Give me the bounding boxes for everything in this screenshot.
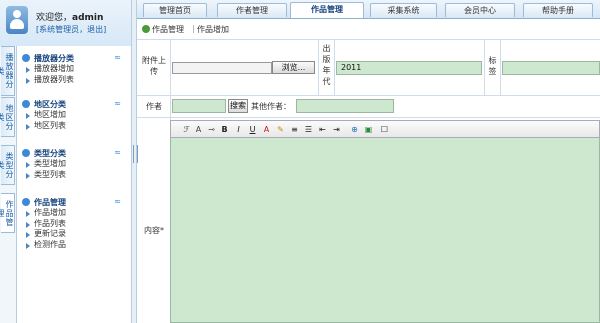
tags-label: 标签 [488, 56, 497, 76]
category-icon [22, 149, 30, 157]
search-button[interactable]: 搜索 [228, 99, 248, 113]
italic-icon[interactable]: I [233, 124, 244, 135]
panel-splitter[interactable] [131, 0, 138, 323]
align-left-icon[interactable]: ≡ [289, 124, 300, 135]
menu-group-title: 作品管理 [34, 198, 66, 207]
highlight-icon[interactable]: ✎ [275, 124, 286, 135]
tab-works-management[interactable]: 作品管理 [290, 2, 364, 18]
menu-item-region-list[interactable]: 地区列表 [17, 121, 131, 132]
user-links[interactable]: [系统管理员，退出] [36, 24, 106, 35]
tab-member-center[interactable]: 会员中心 [445, 3, 515, 17]
category-icon [22, 54, 30, 62]
editor-toolbar: ℱ A ⊸ B I U A ✎ ≡ ☰ ⇤ ⇥ ⊕ ▣ ☐ [170, 120, 600, 138]
welcome-text: 欢迎您，admin [36, 10, 103, 23]
font-size-icon[interactable]: A [193, 124, 204, 135]
breadcrumb-page: 作品增加 [197, 25, 229, 34]
tab-admin-home[interactable]: 管理首页 [143, 3, 207, 17]
publish-year-input[interactable]: 2011 [336, 61, 482, 75]
collapse-icon[interactable]: ≈ [114, 99, 121, 108]
list-icon[interactable]: ☰ [303, 124, 314, 135]
tab-collection-system[interactable]: 采集系统 [370, 3, 437, 17]
welcome-prefix: 欢迎您， [36, 13, 73, 23]
menu-group-player: 播放器分类 ≈ 播放器增加 播放器列表 [17, 52, 131, 85]
user-name: admin [72, 13, 104, 23]
menu-item-add-type[interactable]: 类型增加 [17, 159, 131, 170]
avatar-icon [6, 6, 28, 34]
drag-handle-icon[interactable] [133, 145, 138, 163]
menu-group-type: 类型分类 ≈ 类型增加 类型列表 [17, 147, 131, 180]
vtab-works-management[interactable]: 作品管理 [0, 193, 15, 233]
menu-group-header[interactable]: 播放器分类 ≈ [17, 52, 131, 64]
menu-item-add-player[interactable]: 播放器增加 [17, 64, 131, 75]
pin-icon[interactable]: ⊸ [206, 124, 217, 135]
menu-group-header[interactable]: 类型分类 ≈ [17, 147, 131, 159]
menu-item-check-works[interactable]: 检测作品 [17, 240, 131, 251]
menu-group-works: 作品管理 ≈ 作品增加 作品列表 更新记录 检测作品 [17, 196, 131, 250]
image-icon[interactable]: ▣ [363, 124, 374, 135]
breadcrumb-icon [142, 25, 150, 33]
menu-group-title: 地区分类 [34, 100, 66, 109]
menu-item-add-region[interactable]: 地区增加 [17, 110, 131, 121]
browse-button[interactable]: 浏览... [272, 61, 315, 74]
top-tab-bar: 管理首页 作者管理 作品管理 采集系统 会员中心 帮助手册 [137, 0, 600, 19]
collapse-icon[interactable]: ≈ [114, 53, 121, 62]
vertical-tab-strip: 播放器分类 地区分类 类型分类 作品管理 [0, 46, 17, 323]
menu-group-region: 地区分类 ≈ 地区增加 地区列表 [17, 98, 131, 131]
tab-help-manual[interactable]: 帮助手册 [523, 3, 593, 17]
tab-author-management[interactable]: 作者管理 [217, 3, 287, 17]
other-author-label: 其他作者： [251, 102, 291, 111]
menu-item-work-list[interactable]: 作品列表 [17, 219, 131, 230]
menu-group-header[interactable]: 作品管理 ≈ [17, 196, 131, 208]
category-icon [22, 100, 30, 108]
font-icon[interactable]: ℱ [181, 124, 192, 135]
outdent-icon[interactable]: ⇤ [317, 124, 328, 135]
vtab-region-category[interactable]: 地区分类 [0, 97, 15, 137]
menu-item-type-list[interactable]: 类型列表 [17, 170, 131, 181]
form-divider [484, 40, 485, 95]
form-divider [137, 95, 600, 96]
source-toggle-icon[interactable]: ☐ [379, 124, 390, 135]
collapse-icon[interactable]: ≈ [114, 148, 121, 157]
content-editor[interactable] [170, 138, 600, 323]
menu-group-title: 播放器分类 [34, 54, 74, 63]
breadcrumb: 作品管理 | 作品增加 [137, 19, 600, 40]
other-author-input[interactable] [296, 99, 394, 113]
menu-item-add-work[interactable]: 作品增加 [17, 208, 131, 219]
indent-icon[interactable]: ⇥ [331, 124, 342, 135]
font-color-icon[interactable]: A [261, 124, 272, 135]
collapse-icon[interactable]: ≈ [114, 197, 121, 206]
menu-group-title: 类型分类 [34, 149, 66, 158]
link-icon[interactable]: ⊕ [349, 124, 360, 135]
breadcrumb-separator: | [192, 24, 195, 33]
bold-icon[interactable]: B [219, 124, 230, 135]
menu-item-update-log[interactable]: 更新记录 [17, 229, 131, 240]
vtab-player-category[interactable]: 播放器分类 [0, 46, 15, 96]
author-input[interactable] [172, 99, 226, 113]
content-label: 内容* [144, 226, 164, 235]
attachment-label: 附件上传 [142, 56, 166, 76]
form-divider [318, 40, 319, 95]
form-divider [334, 40, 335, 95]
menu-item-player-list[interactable]: 播放器列表 [17, 75, 131, 86]
form-divider [137, 117, 600, 118]
vtab-type-category[interactable]: 类型分类 [0, 145, 15, 185]
tags-input[interactable] [502, 61, 600, 75]
form-divider [500, 40, 501, 95]
breadcrumb-section[interactable]: 作品管理 [152, 24, 184, 35]
menu-group-header[interactable]: 地区分类 ≈ [17, 98, 131, 110]
publish-year-label: 出版年代 [322, 44, 331, 86]
underline-icon[interactable]: U [247, 124, 258, 135]
category-icon [22, 198, 30, 206]
side-menu: 播放器分类 ≈ 播放器增加 播放器列表 地区分类 ≈ 地区增加 地区列表 类型分… [17, 46, 131, 323]
user-panel: 欢迎您，admin [系统管理员，退出] [0, 0, 131, 47]
file-path-input[interactable] [172, 62, 272, 74]
author-label: 作者 [146, 102, 162, 111]
